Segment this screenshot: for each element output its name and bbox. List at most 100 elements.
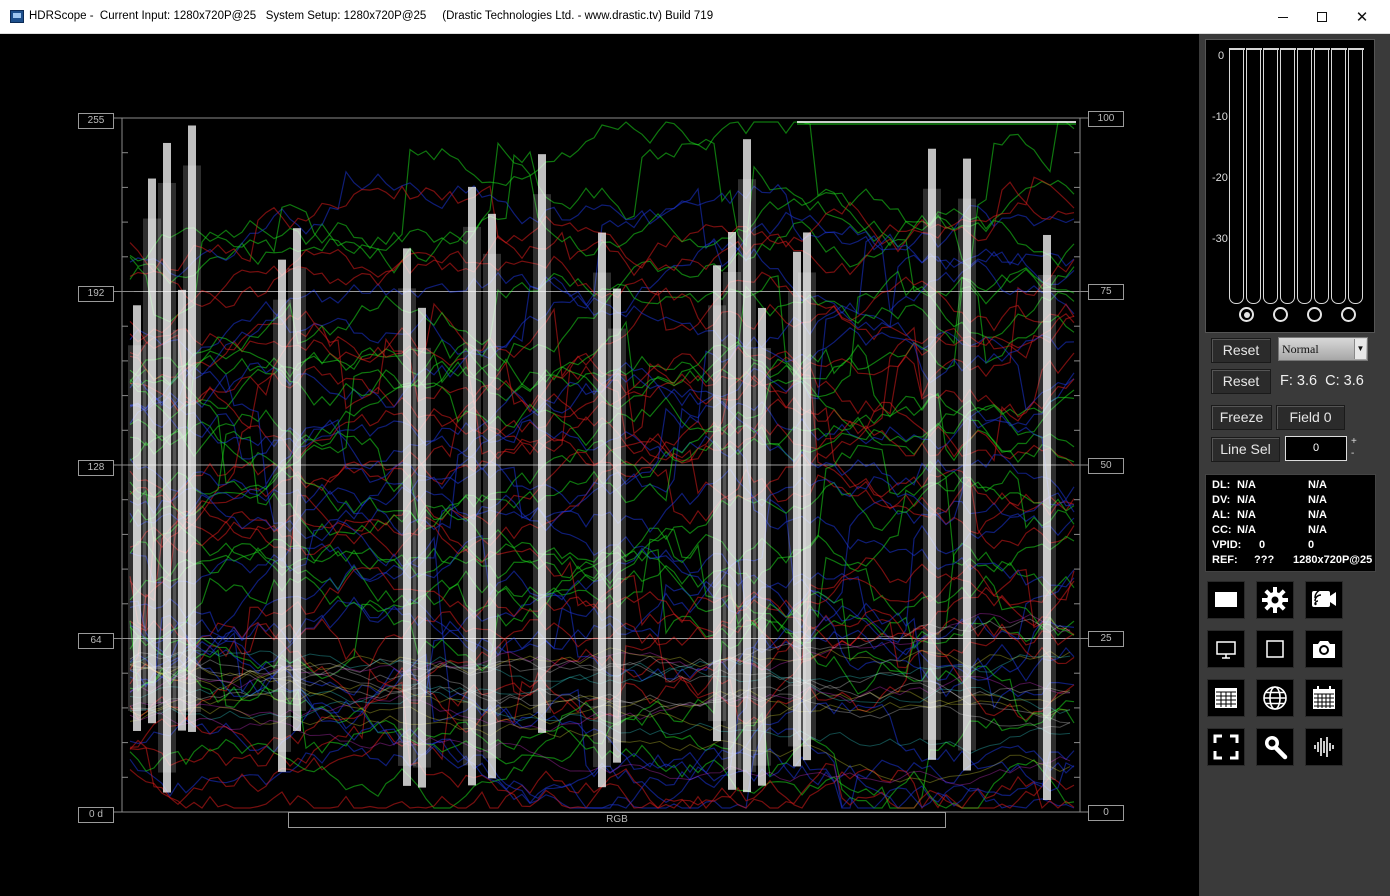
meter-channel-bar (1228, 48, 1245, 304)
left-axis-label-64: 64 (78, 633, 114, 649)
line-decrement-button[interactable]: - (1351, 448, 1354, 459)
right-axis-label-75: 75 (1088, 284, 1124, 300)
search-button[interactable] (1256, 728, 1294, 766)
meter-channel-bar (1347, 48, 1364, 304)
info-key: REF: (1212, 554, 1238, 566)
minimize-icon (1278, 16, 1288, 18)
reset-button[interactable]: Reset (1211, 338, 1271, 363)
close-icon: ✕ (1355, 9, 1369, 26)
app-icon (10, 10, 24, 23)
waveform-button[interactable] (1305, 728, 1343, 766)
square-button[interactable] (1256, 630, 1294, 668)
info-row: VPID: 0 0 (1212, 539, 1377, 554)
waveform-graph (112, 117, 1088, 813)
meter-channel-bar (1279, 48, 1296, 304)
focus-contrast-readout: F: 3.6 C: 3.6 (1280, 373, 1364, 389)
freeze-button[interactable]: Freeze (1211, 405, 1272, 430)
scope-mode-label: RGB (288, 812, 946, 828)
signal-info-panel: DL: N/A N/A DV: N/A N/A AL: N/A N/A CC: N/A N/A VPID… (1205, 474, 1376, 572)
info-row: CC: N/A N/A (1212, 524, 1377, 539)
info-row: REF:??? 1280x720P@25 (1212, 554, 1377, 569)
trace-glow (413, 347, 431, 768)
right-axis-label-25: 25 (1088, 631, 1124, 647)
info-value: N/A (1237, 509, 1256, 521)
meter-channel-bar (1313, 48, 1330, 304)
trace-glow (463, 226, 481, 766)
fullscreen-button[interactable] (1207, 728, 1245, 766)
info-row: AL: N/A N/A (1212, 509, 1377, 524)
info-value: ??? (1254, 554, 1275, 566)
trace-glow (923, 188, 941, 740)
monitor-icon (1216, 641, 1236, 659)
info-key: AL: (1212, 509, 1231, 521)
right-axis-label-50: 50 (1088, 458, 1124, 474)
trace-glow (798, 272, 816, 741)
rectangle-button[interactable] (1207, 581, 1245, 619)
info-value-2: N/A (1308, 494, 1327, 506)
meter-channel-bar (1262, 48, 1279, 304)
info-value: N/A (1237, 479, 1256, 491)
grid-button[interactable] (1207, 679, 1245, 717)
meter-channel-bar (1330, 48, 1347, 304)
trace-glow (1038, 274, 1056, 781)
info-key: DV: (1212, 494, 1231, 506)
gear-button[interactable] (1256, 581, 1294, 619)
meter-scale-0: 0 (1218, 50, 1225, 62)
minimize-button[interactable] (1263, 4, 1303, 30)
left-axis-label-255: 255 (78, 113, 114, 129)
mode-select[interactable]: Normal ▼ (1278, 337, 1368, 361)
line-increment-button[interactable]: + (1351, 436, 1357, 447)
close-button[interactable]: ✕ (1342, 4, 1382, 30)
audio-meter: 0 -10 -20 -30 (1205, 39, 1375, 333)
meter-channel-bar (1245, 48, 1262, 304)
info-value: N/A (1237, 494, 1256, 506)
chevron-down-icon[interactable]: ▼ (1354, 339, 1366, 359)
meter-radio-2[interactable] (1273, 307, 1288, 322)
trace-glow (608, 328, 626, 743)
info-value-2: N/A (1308, 524, 1327, 536)
trace-glow (183, 165, 201, 712)
info-row: DL: N/A N/A (1212, 479, 1377, 494)
control-panel: 0 -10 -20 -30 (1199, 34, 1390, 896)
meter-radio-3[interactable] (1307, 307, 1322, 322)
maximize-button[interactable] (1302, 4, 1342, 30)
line-select-button[interactable]: Line Sel (1211, 437, 1280, 462)
field-button[interactable]: Field 0 (1276, 405, 1345, 430)
meter-channel-bar (1296, 48, 1313, 304)
trace-glow (958, 198, 976, 751)
grid-icon (1215, 688, 1237, 708)
meter-radio-4[interactable] (1341, 307, 1356, 322)
calendar-button[interactable] (1305, 679, 1343, 717)
info-key: CC: (1212, 524, 1232, 536)
meter-radio-1[interactable] (1239, 307, 1254, 322)
left-axis-label-192: 192 (78, 286, 114, 302)
waveform-scope[interactable]: 255 192 128 64 0 d 100 75 50 25 0 RGB (2, 34, 1198, 896)
trace-glow (483, 253, 501, 759)
info-key: VPID: (1212, 539, 1242, 551)
camera-icon (1313, 641, 1335, 658)
left-axis-label-128: 128 (78, 460, 114, 476)
waveform-icon (1314, 737, 1334, 757)
info-value-2: N/A (1308, 509, 1327, 521)
info-value: N/A (1237, 524, 1256, 536)
mode-select-value: Normal (1282, 342, 1319, 356)
meter-scale-10: -10 (1212, 111, 1228, 123)
line-select-input[interactable]: 0 (1285, 436, 1347, 461)
trace-glow (753, 347, 771, 766)
monitor-button[interactable] (1207, 630, 1245, 668)
maximize-icon (1317, 12, 1327, 22)
reset-fc-button[interactable]: Reset (1211, 369, 1271, 394)
meter-scale-20: -20 (1212, 172, 1228, 184)
title-bar: HDRScope - Current Input: 1280x720P@25 S… (0, 0, 1390, 34)
trace-glow (533, 194, 551, 713)
info-value: 0 (1259, 539, 1266, 551)
right-axis-label-0: 0 (1088, 805, 1124, 821)
camera-button[interactable] (1305, 630, 1343, 668)
info-value-2: N/A (1308, 479, 1327, 491)
meter-scale-30: -30 (1212, 233, 1228, 245)
info-value-2: 0 (1308, 539, 1315, 551)
globe-button[interactable] (1256, 679, 1294, 717)
rectangle-icon (1215, 592, 1237, 607)
cast-button[interactable] (1305, 581, 1343, 619)
info-key: DL: (1212, 479, 1231, 491)
